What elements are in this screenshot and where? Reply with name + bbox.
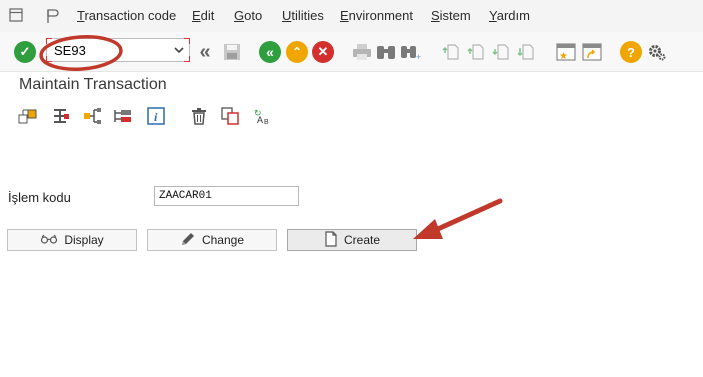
svg-text:+: + xyxy=(416,52,421,61)
info-icon[interactable]: i xyxy=(145,105,167,127)
annotation-ellipse xyxy=(39,35,123,71)
menu-sistem[interactable]: Sistem xyxy=(431,8,471,23)
first-page-icon[interactable] xyxy=(440,41,462,63)
menu-edit[interactable]: Edit xyxy=(192,8,214,23)
other-object-icon[interactable] xyxy=(17,105,39,127)
next-page-icon[interactable] xyxy=(490,41,512,63)
svg-text:B: B xyxy=(264,119,269,125)
last-page-icon[interactable] xyxy=(515,41,537,63)
pin-icon[interactable] xyxy=(45,8,59,29)
focus-corner xyxy=(184,56,190,62)
copy-icon[interactable] xyxy=(220,105,242,127)
focus-corner xyxy=(184,38,190,44)
change-button-label: Change xyxy=(201,233,245,247)
display-button[interactable]: Display xyxy=(7,229,137,251)
rename-icon[interactable]: ↻ A B xyxy=(252,105,274,127)
print-icon[interactable] xyxy=(351,41,373,63)
menu-yardim[interactable]: Yardım xyxy=(489,8,530,23)
sap-window: Transaction code Edit Goto Utilities Env… xyxy=(0,0,703,377)
pencil-icon xyxy=(180,231,196,250)
cancel-icon[interactable]: ✕ xyxy=(312,41,334,63)
glasses-icon xyxy=(40,233,58,248)
new-document-icon xyxy=(324,230,338,250)
new-session-icon[interactable]: ★ xyxy=(555,41,577,63)
change-button[interactable]: Change xyxy=(147,229,277,251)
settings-icon[interactable] xyxy=(646,41,668,63)
chevron-down-icon[interactable] xyxy=(173,43,185,57)
menu-goto[interactable]: Goto xyxy=(234,8,262,23)
menu-transaction-code[interactable]: Transaction code xyxy=(77,8,176,23)
structure-icon[interactable] xyxy=(112,105,134,127)
where-used-icon[interactable] xyxy=(50,105,72,127)
display-button-label: Display xyxy=(64,233,104,247)
back-double-icon[interactable]: « xyxy=(194,41,216,63)
exit-icon[interactable]: ⌃ xyxy=(286,41,308,63)
find-next-icon[interactable]: + xyxy=(400,41,422,63)
svg-text:★: ★ xyxy=(559,51,568,61)
save-icon[interactable] xyxy=(221,41,243,63)
annotation-arrow xyxy=(413,198,503,239)
page-title: Maintain Transaction xyxy=(19,76,167,93)
back-icon[interactable]: « xyxy=(259,41,281,63)
menu-environment[interactable]: Environment xyxy=(340,8,413,23)
transaction-code-input[interactable]: ZAACAR01 xyxy=(154,186,299,206)
menu-bar: Transaction code Edit Goto Utilities Env… xyxy=(0,0,703,32)
create-button-label: Create xyxy=(343,233,381,247)
create-button[interactable]: Create xyxy=(287,229,417,251)
help-icon[interactable]: ? xyxy=(620,41,642,63)
enter-icon[interactable]: ✓ xyxy=(14,41,36,63)
prev-page-icon[interactable] xyxy=(465,41,487,63)
delete-icon[interactable] xyxy=(188,105,210,127)
menu-utilities[interactable]: Utilities xyxy=(282,8,324,23)
menu-icon[interactable] xyxy=(9,8,23,27)
hierarchy-icon[interactable] xyxy=(82,105,104,127)
svg-text:A: A xyxy=(257,115,263,125)
find-icon[interactable] xyxy=(375,41,397,63)
transaction-code-label: İşlem kodu xyxy=(8,190,71,205)
shortcut-icon[interactable] xyxy=(581,41,603,63)
